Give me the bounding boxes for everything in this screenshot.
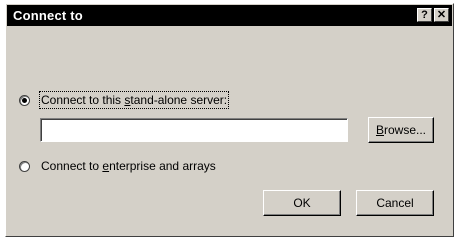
enterprise-arrays-option[interactable]: Connect to enterprise and arrays [19, 159, 216, 173]
close-button[interactable]: ✕ [434, 8, 449, 22]
browse-button[interactable]: Browse... [368, 117, 434, 143]
dialog-title: Connect to [13, 8, 83, 23]
server-name-input[interactable] [40, 118, 348, 142]
standalone-server-label[interactable]: Connect to this stand-alone server: [38, 91, 230, 109]
ok-button[interactable]: OK [263, 190, 341, 216]
title-bar: Connect to ? ✕ [7, 5, 452, 26]
standalone-server-radio[interactable] [19, 94, 30, 106]
close-icon: ✕ [436, 9, 447, 21]
browse-button-label: Browse... [375, 123, 427, 137]
help-button[interactable]: ? [417, 8, 432, 22]
question-mark-icon: ? [421, 9, 428, 21]
enterprise-arrays-label[interactable]: Connect to enterprise and arrays [41, 159, 216, 173]
cancel-button-label: Cancel [376, 196, 414, 210]
standalone-server-option[interactable]: Connect to this stand-alone server: [19, 91, 230, 109]
enterprise-arrays-radio[interactable] [19, 160, 30, 172]
ok-button-label: OK [293, 196, 311, 210]
cancel-button[interactable]: Cancel [356, 190, 434, 216]
